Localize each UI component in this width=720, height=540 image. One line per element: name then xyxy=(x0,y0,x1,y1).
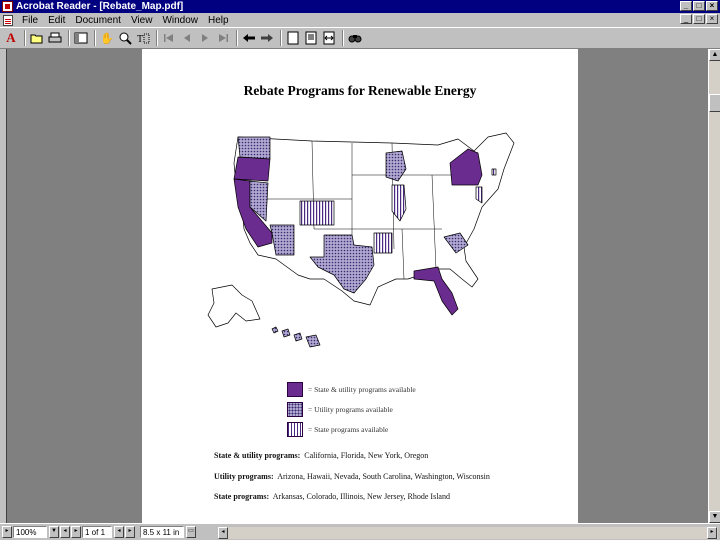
acrobat-logo-icon[interactable]: A xyxy=(3,30,19,46)
last-page-icon[interactable] xyxy=(215,30,231,46)
legend-swatch-state-utility xyxy=(287,381,303,397)
text-select-icon[interactable]: T xyxy=(135,30,151,46)
next-page-icon[interactable] xyxy=(197,30,213,46)
legend-row: = State & utility programs available xyxy=(287,379,416,399)
svg-text:T: T xyxy=(137,34,143,45)
state-utility-programs-line: State & utility programs: California, Fl… xyxy=(214,451,428,460)
page-layout-button[interactable]: ◂ xyxy=(114,526,124,538)
program-label: State programs: xyxy=(214,492,270,501)
state-colorado xyxy=(299,200,335,226)
zoom-field[interactable]: 100% xyxy=(13,526,47,538)
scroll-up-icon[interactable]: ▲ xyxy=(709,49,720,61)
show-hide-navigation-icon[interactable] xyxy=(73,30,89,46)
us-rebate-map xyxy=(207,132,515,348)
document-title: Rebate Programs for Renewable Energy xyxy=(243,83,477,98)
toolbar-separator xyxy=(236,30,238,46)
menu-window[interactable]: Window xyxy=(157,15,203,26)
legend-row: = State programs available xyxy=(287,419,416,439)
window-title: Acrobat Reader - [Rebate_Map.pdf] xyxy=(16,1,184,12)
hand-tool-icon[interactable]: ✋ xyxy=(99,30,115,46)
actual-size-icon[interactable] xyxy=(285,30,301,46)
menu-bar: File Edit Document View Window Help _ □ … xyxy=(0,13,720,27)
toolbar-separator xyxy=(280,30,282,46)
legend-row: = Utility programs available xyxy=(287,399,416,419)
legend-swatch-state xyxy=(287,421,303,437)
doc-minimize-button[interactable]: _ xyxy=(680,14,692,24)
pdf-page: Rebate Programs for Renewable Energy = S… xyxy=(142,49,578,523)
page-size-icon[interactable]: ▭ xyxy=(186,526,196,538)
legend-swatch-utility xyxy=(287,401,303,417)
vertical-scrollbar[interactable]: ▲ ▼ xyxy=(708,49,720,523)
first-page-icon[interactable] xyxy=(161,30,177,46)
menu-help[interactable]: Help xyxy=(203,15,234,26)
scroll-down-icon[interactable]: ▼ xyxy=(709,511,720,523)
zoom-dropdown-icon[interactable]: ▼ xyxy=(49,526,59,538)
maximize-button[interactable]: □ xyxy=(693,1,705,11)
minimize-button[interactable]: _ xyxy=(680,1,692,11)
navigation-pane-handle[interactable] xyxy=(0,49,7,523)
fit-page-icon[interactable] xyxy=(303,30,319,46)
previous-page-icon[interactable] xyxy=(179,30,195,46)
go-back-icon[interactable] xyxy=(241,30,257,46)
state-oregon xyxy=(233,156,271,182)
utility-programs-line: Utility programs: Arizona, Hawaii, Nevad… xyxy=(214,472,490,481)
program-states: California, Florida, New York, Oregon xyxy=(304,451,429,460)
fit-width-icon[interactable] xyxy=(321,30,337,46)
print-icon[interactable] xyxy=(47,30,63,46)
page-number-field[interactable]: 1 of 1 xyxy=(82,526,112,538)
state-hawaii xyxy=(271,326,321,348)
program-states: Arkansas, Colorado, Illinois, New Jersey… xyxy=(272,492,450,501)
horizontal-scrollbar[interactable]: ◂ ▸ xyxy=(218,527,718,539)
page-prev-button[interactable]: ◂ xyxy=(60,526,70,538)
legend-label: = State programs available xyxy=(308,424,389,434)
state-programs-line: State programs: Arkansas, Colorado, Illi… xyxy=(214,492,450,501)
state-florida xyxy=(413,266,459,316)
document-control-icon[interactable] xyxy=(3,14,13,26)
zoom-tool-icon[interactable] xyxy=(117,30,133,46)
open-icon[interactable] xyxy=(29,30,45,46)
menu-file[interactable]: File xyxy=(17,15,43,26)
page-size-field: 8.5 x 11 in xyxy=(140,526,184,538)
legend-label: = State & utility programs available xyxy=(308,384,416,394)
toolbar-separator xyxy=(94,30,96,46)
legend-label: = Utility programs available xyxy=(308,404,393,414)
zoom-menu-button[interactable]: ▸ xyxy=(2,526,12,538)
toolbar: A ✋ T xyxy=(0,27,720,49)
toolbar-separator xyxy=(156,30,158,46)
program-states: Arizona, Hawaii, Nevada, South Carolina,… xyxy=(277,472,490,481)
state-alaska xyxy=(207,284,261,328)
find-icon[interactable] xyxy=(347,30,363,46)
close-button[interactable]: × xyxy=(706,1,718,11)
scroll-thumb[interactable] xyxy=(709,94,720,112)
state-arkansas xyxy=(373,232,393,254)
toolbar-separator xyxy=(24,30,26,46)
toolbar-separator xyxy=(342,30,344,46)
scroll-left-icon[interactable]: ◂ xyxy=(218,527,228,539)
page-next-button[interactable]: ▸ xyxy=(71,526,81,538)
program-label: Utility programs: xyxy=(214,472,274,481)
map-legend: = State & utility programs available = U… xyxy=(287,379,416,439)
toolbar-separator xyxy=(68,30,70,46)
status-bar: ▸ 100% ▼ ◂ ▸ 1 of 1 ◂ ▸ 8.5 x 11 in ▭ ◂ … xyxy=(0,523,720,540)
doc-close-button[interactable]: × xyxy=(706,14,718,24)
go-forward-icon[interactable] xyxy=(259,30,275,46)
window-title-bar: Acrobat Reader - [Rebate_Map.pdf] _ □ × xyxy=(0,0,720,13)
program-label: State & utility programs: xyxy=(214,451,301,460)
state-rhode-island xyxy=(491,168,497,176)
page-layout-button[interactable]: ▸ xyxy=(125,526,135,538)
menu-document[interactable]: Document xyxy=(70,15,126,26)
menu-view[interactable]: View xyxy=(126,15,158,26)
state-washington xyxy=(237,136,271,160)
acrobat-app-icon[interactable] xyxy=(2,1,13,12)
doc-restore-button[interactable]: □ xyxy=(693,14,705,24)
scroll-right-icon[interactable]: ▸ xyxy=(707,527,717,539)
menu-edit[interactable]: Edit xyxy=(43,15,70,26)
